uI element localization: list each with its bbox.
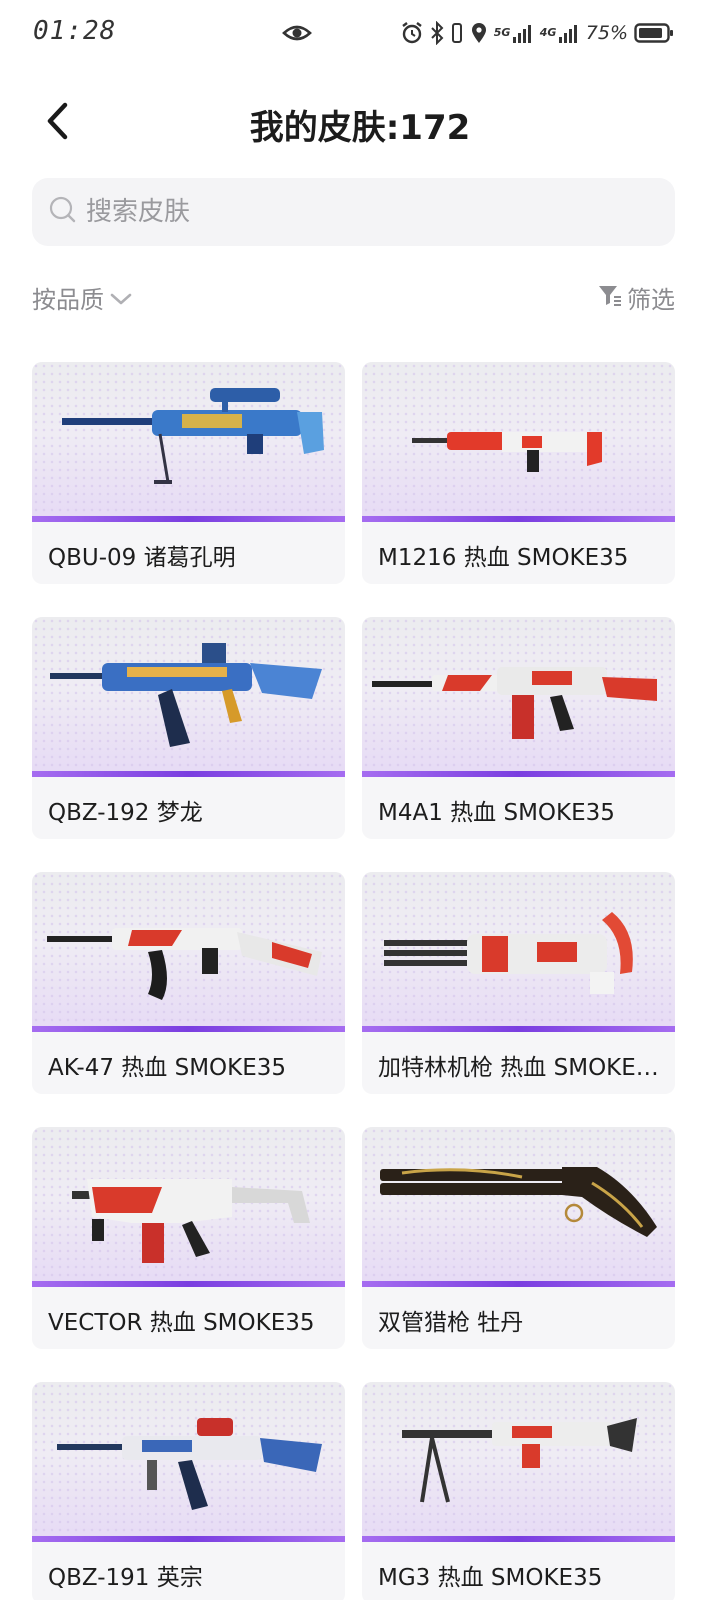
page-title: 我的皮肤:172 [249,108,471,148]
alarm-icon [400,21,424,45]
header: 我的皮肤:172 [0,80,720,164]
smg-icon [32,1127,345,1287]
signal-icon [512,22,534,44]
sort-label: 按品质 [32,286,104,314]
sniper-rifle-icon [32,362,345,522]
skin-name: QBZ-192 梦龙 [48,800,203,826]
status-bar: 01:28 5G 4G 75% [0,0,720,66]
search-bar[interactable] [32,178,675,246]
status-icons: 5G 4G 75% [400,18,674,48]
status-time: 01:28 [33,16,117,46]
skin-card[interactable]: M1216 热血 SMOKE35 [362,362,675,584]
bluetooth-icon [430,21,444,45]
skin-name: M4A1 热血 SMOKE35 [378,800,615,826]
skin-name: QBZ-191 英宗 [48,1565,203,1591]
skin-name: M1216 热血 SMOKE35 [378,545,629,571]
assault-rifle-icon [32,1382,345,1542]
filter-button[interactable]: 筛选 [597,280,675,315]
skin-name: VECTOR 热血 SMOKE35 [48,1310,315,1336]
battery-icon [634,22,674,44]
assault-rifle-icon [32,617,345,777]
double-barrel-shotgun-icon [362,1127,675,1287]
skin-name: 加特林机枪 热血 SMOKE35 [378,1055,663,1081]
machine-gun-icon [362,1382,675,1542]
skin-grid: QBU-09 诸葛孔明 M1216 热血 SMOKE35 QBZ-192 梦龙 … [32,362,675,1600]
search-input[interactable] [86,197,626,227]
signal-icon [558,22,580,44]
skin-card[interactable]: QBU-09 诸葛孔明 [32,362,345,584]
sort-by-quality-button[interactable]: 按品质 [32,280,132,315]
gatling-gun-icon [362,872,675,1032]
funnel-icon [597,282,623,314]
skin-name: AK-47 热血 SMOKE35 [48,1055,287,1081]
skin-card[interactable]: M4A1 热血 SMOKE35 [362,617,675,839]
skin-card[interactable]: AK-47 热血 SMOKE35 [32,872,345,1094]
skin-name: MG3 热血 SMOKE35 [378,1565,603,1591]
network-4g-label: 4G [539,26,557,39]
battery-percent: 75% [585,22,628,44]
filter-label: 筛选 [627,286,675,314]
skin-name: 双管猎枪 牡丹 [378,1310,524,1336]
search-icon [48,195,78,229]
location-icon [470,21,488,45]
skin-card[interactable]: VECTOR 热血 SMOKE35 [32,1127,345,1349]
skin-card[interactable]: 加特林机枪 热血 SMOKE35 [362,872,675,1094]
shotgun-icon [362,362,675,522]
chevron-down-icon [110,284,132,312]
vibrate-icon [450,21,464,45]
skin-card[interactable]: QBZ-191 英宗 [32,1382,345,1600]
network-5g-label: 5G [493,26,511,39]
skin-card[interactable]: MG3 热血 SMOKE35 [362,1382,675,1600]
assault-rifle-icon [32,872,345,1032]
assault-rifle-icon [362,617,675,777]
eye-icon [282,20,312,46]
filter-row: 按品质 筛选 [32,276,675,320]
skin-card[interactable]: QBZ-192 梦龙 [32,617,345,839]
skin-card[interactable]: 双管猎枪 牡丹 [362,1127,675,1349]
skin-name: QBU-09 诸葛孔明 [48,545,236,571]
